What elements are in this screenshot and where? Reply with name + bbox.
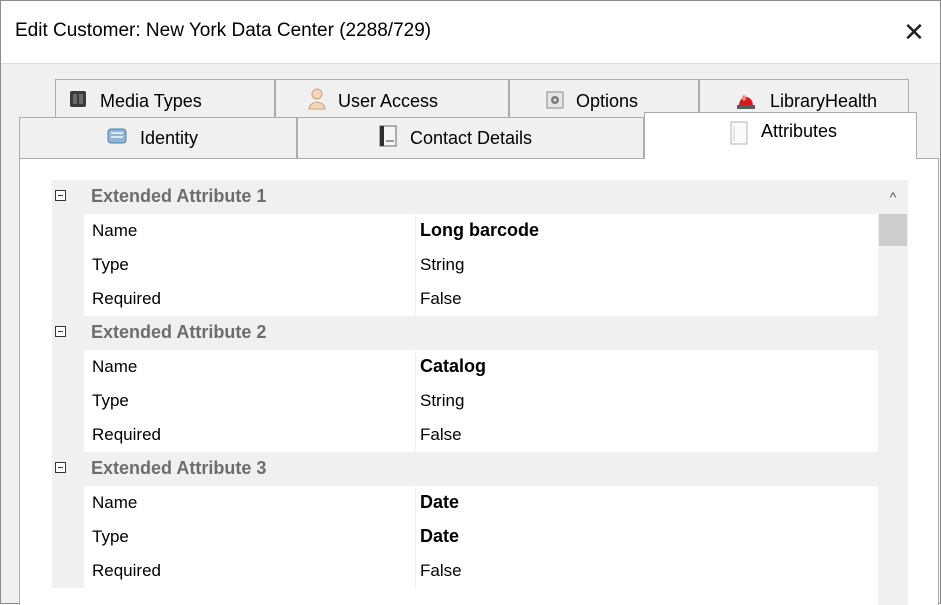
property-row[interactable]: Name Long barcode [52, 214, 878, 248]
tab-attributes[interactable]: Attributes [644, 112, 917, 159]
options-icon [546, 89, 564, 114]
attributes-page-icon [729, 121, 749, 150]
property-grid: Extended Attribute 1 Name Long barcode T… [52, 180, 878, 588]
tab-identity[interactable]: Identity [19, 117, 297, 158]
collapse-toggle[interactable] [55, 326, 66, 337]
property-row[interactable]: Required False [52, 554, 878, 588]
property-name: Required [92, 425, 161, 444]
tab-label: LibraryHealth [770, 91, 878, 111]
property-row[interactable]: Type String [52, 384, 878, 418]
tab-contact-details[interactable]: Contact Details [297, 117, 644, 158]
property-value[interactable]: Date [420, 526, 459, 547]
property-name: Required [92, 289, 161, 308]
property-name: Type [92, 527, 129, 546]
tab-label: User Access [338, 91, 439, 111]
property-row[interactable]: Type String [52, 248, 878, 282]
category-row: Extended Attribute 3 [52, 452, 878, 486]
edit-customer-dialog: Edit Customer: New York Data Center (228… [0, 0, 941, 605]
category-label: Extended Attribute 1 [91, 186, 267, 206]
category-label: Extended Attribute 3 [91, 458, 267, 478]
category-row: Extended Attribute 1 [52, 180, 878, 214]
property-row[interactable]: Name Date [52, 486, 878, 520]
tab-label: Identity [140, 127, 199, 148]
property-row[interactable]: Name Catalog [52, 350, 878, 384]
contact-book-icon [378, 125, 398, 152]
property-value[interactable]: False [420, 289, 462, 309]
property-value[interactable]: Catalog [420, 356, 486, 377]
user-icon [308, 88, 326, 115]
property-value[interactable]: String [420, 255, 464, 275]
scroll-up-button[interactable]: ^ [878, 180, 908, 214]
property-name: Type [92, 391, 129, 410]
dialog-title: Edit Customer: New York Data Center (228… [15, 20, 432, 41]
property-value[interactable]: String [420, 391, 464, 411]
property-name: Required [92, 561, 161, 580]
property-value[interactable]: False [420, 561, 462, 581]
property-value[interactable]: Long barcode [420, 220, 539, 241]
property-name: Type [92, 255, 129, 274]
property-row[interactable]: Required False [52, 282, 878, 316]
property-row[interactable]: Type Date [52, 520, 878, 554]
property-value[interactable]: False [420, 425, 462, 445]
scroll-thumb[interactable] [879, 214, 907, 246]
category-label: Extended Attribute 2 [91, 322, 267, 342]
chevron-up-icon: ^ [889, 189, 897, 205]
property-name: Name [92, 221, 138, 240]
title-bar: Edit Customer: New York Data Center (228… [1, 1, 940, 64]
property-row[interactable]: Required False [52, 418, 878, 452]
media-types-icon [68, 89, 88, 114]
identity-icon [106, 126, 128, 151]
tab-label: Attributes [761, 121, 838, 141]
property-name: Name [92, 357, 138, 376]
alarm-light-icon [734, 88, 758, 115]
tab-label: Media Types [100, 91, 202, 111]
property-name: Name [92, 493, 138, 512]
tab-label: Options [576, 91, 639, 111]
vertical-scrollbar[interactable]: ^ [878, 180, 908, 605]
property-value[interactable]: Date [420, 492, 459, 513]
close-icon: ✕ [903, 16, 925, 47]
tab-label: Contact Details [410, 127, 533, 148]
collapse-toggle[interactable] [55, 462, 66, 473]
collapse-toggle[interactable] [55, 190, 66, 201]
close-button[interactable]: ✕ [888, 1, 940, 63]
category-row: Extended Attribute 2 [52, 316, 878, 350]
